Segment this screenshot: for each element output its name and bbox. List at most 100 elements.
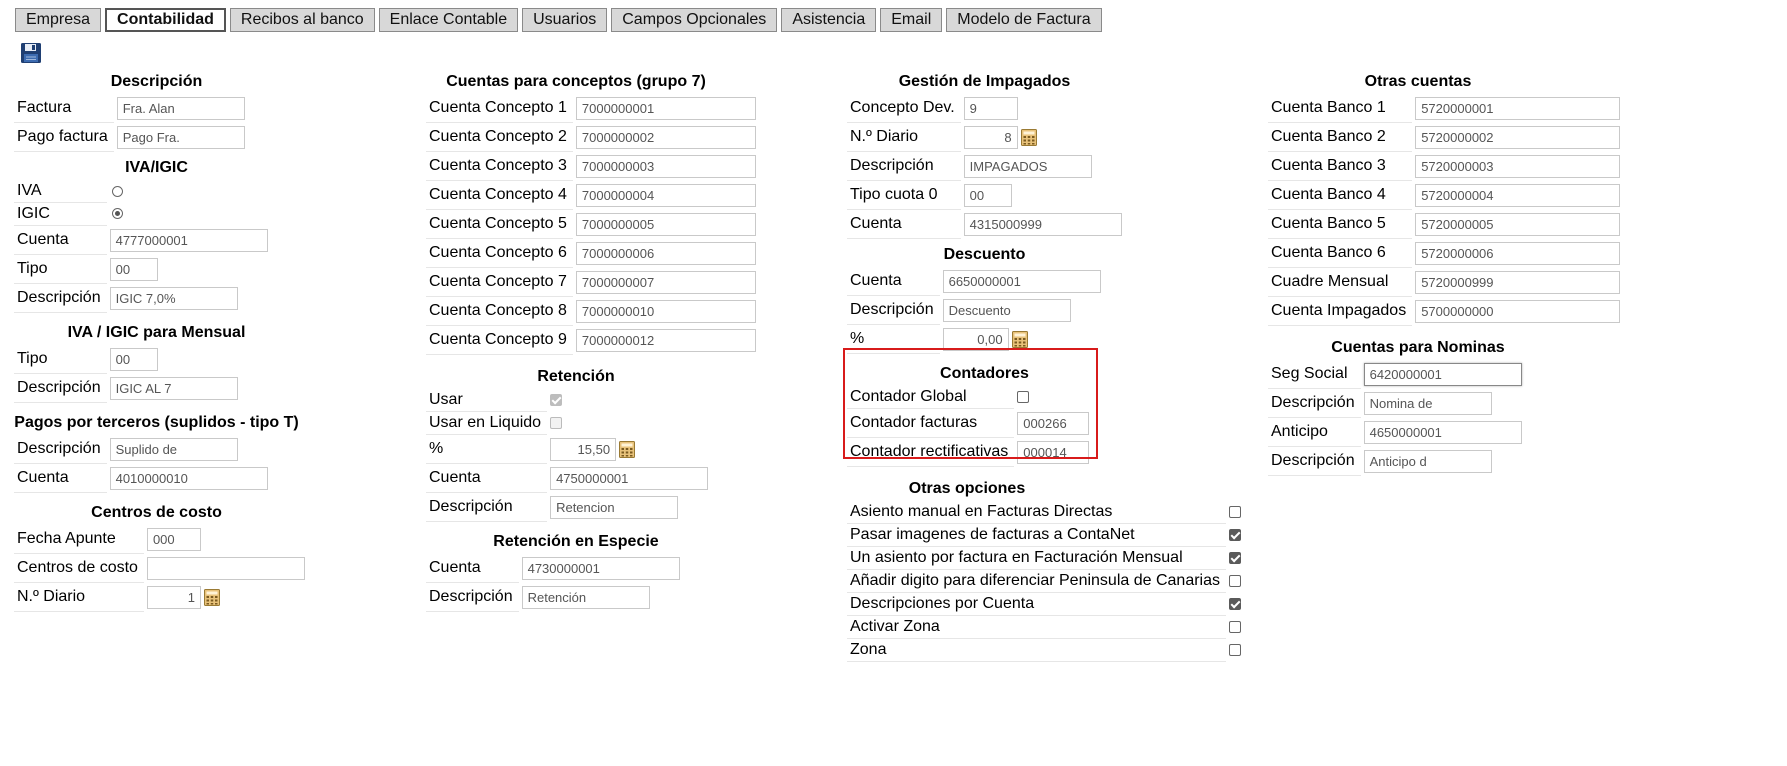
calculator-icon[interactable] (1011, 330, 1028, 348)
opcion-activar-zona-label: Activar Zona (847, 615, 1226, 639)
cuenta-banco-1-input[interactable]: 5720000001 (1415, 96, 1621, 120)
cuadre-mensual-input[interactable]: 5720000999 (1415, 270, 1621, 294)
tab-contabilidad[interactable]: Contabilidad (105, 8, 226, 32)
tipo-cuota-input[interactable]: 00 (963, 183, 1012, 207)
section-title-iva-igic: IVA/IGIC (125, 159, 188, 176)
mensual-tipo-input[interactable]: 00 (109, 347, 158, 371)
especie-cuenta-input[interactable]: 4730000001 (521, 556, 680, 580)
especie-descripcion-input[interactable]: Retención (521, 585, 650, 609)
centros-diario-input[interactable]: 1 (146, 585, 201, 609)
section-title-impagados: Gestión de Impagados (898, 73, 1071, 90)
centros-costo-form: Fecha Apunte 000 Centros de costo N.º Di… (14, 525, 308, 612)
concepto-6-input[interactable]: 7000000006 (575, 241, 756, 265)
impagados-cuenta-input[interactable]: 4315000999 (963, 212, 1122, 236)
anticipo-input[interactable]: 4650000001 (1363, 420, 1522, 444)
tab-empresa[interactable]: Empresa (15, 8, 102, 32)
seg-social-input[interactable]: 6420000001 (1363, 362, 1522, 386)
cuenta-banco-3-input[interactable]: 5720000003 (1415, 154, 1621, 178)
cuenta-impagados-input[interactable]: 5700000000 (1415, 299, 1621, 323)
descuento-descripcion-input[interactable]: Descuento (942, 298, 1071, 322)
impagados-descripcion-input[interactable]: IMPAGADOS (963, 154, 1092, 178)
calculator-icon[interactable] (619, 440, 636, 458)
iva-cuenta-input[interactable]: 4777000001 (109, 228, 268, 252)
tab-asistencia[interactable]: Asistencia (781, 8, 877, 32)
tab-recibos-al-banco[interactable]: Recibos al banco (229, 8, 375, 32)
retencion-porcentaje-label: % (426, 434, 548, 464)
concepto-6-label: Cuenta Concepto 6 (426, 238, 573, 268)
factura-input[interactable]: Fra. Alan (116, 96, 245, 120)
retencion-descripcion-input[interactable]: Retencion (550, 495, 679, 519)
iva-cuenta-label: Cuenta (14, 225, 107, 255)
concepto-5-label: Cuenta Concepto 5 (426, 209, 573, 239)
concepto-4-input[interactable]: 7000000004 (575, 183, 756, 207)
iva-radio[interactable] (111, 185, 123, 197)
opcion-digito-peninsula-checkbox[interactable] (1229, 574, 1241, 587)
section-title-centros-costo: Centros de costo (91, 504, 222, 521)
otras-opciones-form: Asiento manual en Facturas Directas Pasa… (847, 501, 1244, 662)
concepto-2-input[interactable]: 7000000002 (575, 125, 756, 149)
cuenta-banco-6-input[interactable]: 5720000006 (1415, 241, 1621, 265)
centros-diario-label: N.º Diario (14, 582, 144, 612)
opcion-activar-zona-checkbox[interactable] (1229, 620, 1241, 633)
terceros-cuenta-input[interactable]: 4010000010 (109, 466, 268, 490)
centros-costo-label: Centros de costo (14, 553, 144, 583)
opcion-asiento-manual-label: Asiento manual en Facturas Directas (847, 501, 1226, 524)
pago-factura-input[interactable]: Pago Fra. (116, 125, 245, 149)
impagados-descripcion-label: Descripción (847, 151, 961, 181)
tab-usuarios[interactable]: Usuarios (522, 8, 608, 32)
section-title-otras-opciones: Otras opciones (908, 480, 1026, 497)
tab-campos-opcionales[interactable]: Campos Opcionales (611, 8, 778, 32)
calculator-icon[interactable] (1020, 128, 1037, 146)
tab-email[interactable]: Email (880, 8, 943, 32)
retencion-porcentaje-input[interactable]: 15,50 (550, 437, 617, 461)
terceros-cuenta-label: Cuenta (14, 463, 107, 493)
cuenta-banco-2-input[interactable]: 5720000002 (1415, 125, 1621, 149)
nominas-form: Seg Social 6420000001 Descripción Nomina… (1268, 360, 1525, 476)
column-general: Descripción Factura Fra. Alan Pago factu… (14, 70, 305, 612)
concepto-7-label: Cuenta Concepto 7 (426, 267, 573, 297)
nomina-descripcion-input[interactable]: Nomina de (1363, 391, 1492, 415)
section-title-pagos-terceros: Pagos por terceros (suplidos - tipo T) (14, 414, 299, 431)
opcion-asiento-mensual-checkbox[interactable] (1229, 551, 1241, 564)
retencion-liquido-label: Usar en Liquido (426, 411, 548, 435)
concepto-3-input[interactable]: 7000000003 (575, 154, 756, 178)
terceros-descripcion-input[interactable]: Suplido de (109, 437, 238, 461)
concepto-dev-label: Concepto Dev. (847, 94, 961, 123)
descuento-cuenta-input[interactable]: 6650000001 (942, 269, 1101, 293)
section-title-retencion: Retención (537, 368, 615, 385)
iva-tipo-input[interactable]: 00 (109, 257, 158, 281)
tab-modelo-de-factura[interactable]: Modelo de Factura (946, 8, 1102, 32)
opcion-zona-checkbox[interactable] (1229, 643, 1241, 656)
fecha-apunte-input[interactable]: 000 (146, 527, 201, 551)
concepto-5-input[interactable]: 7000000005 (575, 212, 756, 236)
cuenta-banco-4-input[interactable]: 5720000004 (1415, 183, 1621, 207)
floppy-disk-icon[interactable] (20, 42, 42, 64)
iva-label: IVA (14, 180, 107, 203)
calculator-icon[interactable] (203, 588, 220, 606)
cuenta-banco-4-label: Cuenta Banco 4 (1268, 180, 1413, 210)
concepto-9-input[interactable]: 7000000012 (575, 328, 756, 352)
retencion-liquido-checkbox[interactable] (550, 416, 563, 429)
opcion-descripciones-cuenta-checkbox[interactable] (1229, 597, 1241, 610)
concepto-dev-input[interactable]: 9 (963, 96, 1018, 120)
section-title-retencion-especie: Retención en Especie (493, 533, 659, 550)
concepto-8-input[interactable]: 7000000010 (575, 299, 756, 323)
mensual-descripcion-input[interactable]: IGIC AL 7 (109, 376, 238, 400)
concepto-7-input[interactable]: 7000000007 (575, 270, 756, 294)
opcion-imagenes-contanet-checkbox[interactable] (1229, 528, 1241, 541)
tab-enlace-contable[interactable]: Enlace Contable (378, 8, 519, 32)
igic-radio[interactable] (111, 208, 123, 220)
retencion-usar-checkbox[interactable] (550, 394, 563, 407)
anticipo-descripcion-input[interactable]: Anticipo d (1363, 449, 1492, 473)
descuento-descripcion-label: Descripción (847, 295, 940, 325)
iva-descripcion-input[interactable]: IGIC 7,0% (109, 286, 238, 310)
opcion-asiento-manual-checkbox[interactable] (1229, 506, 1241, 519)
seg-social-label: Seg Social (1268, 360, 1361, 389)
opcion-imagenes-contanet-label: Pasar imagenes de facturas a ContaNet (847, 523, 1226, 547)
cuenta-banco-5-input[interactable]: 5720000005 (1415, 212, 1621, 236)
retencion-cuenta-input[interactable]: 4750000001 (550, 466, 709, 490)
centros-costo-input[interactable] (146, 556, 305, 580)
impagados-diario-input[interactable]: 8 (963, 125, 1018, 149)
concepto-1-input[interactable]: 7000000001 (575, 96, 756, 120)
column-otras-cuentas: Otras cuentas Cuenta Banco 1 5720000001 … (1268, 70, 1621, 476)
